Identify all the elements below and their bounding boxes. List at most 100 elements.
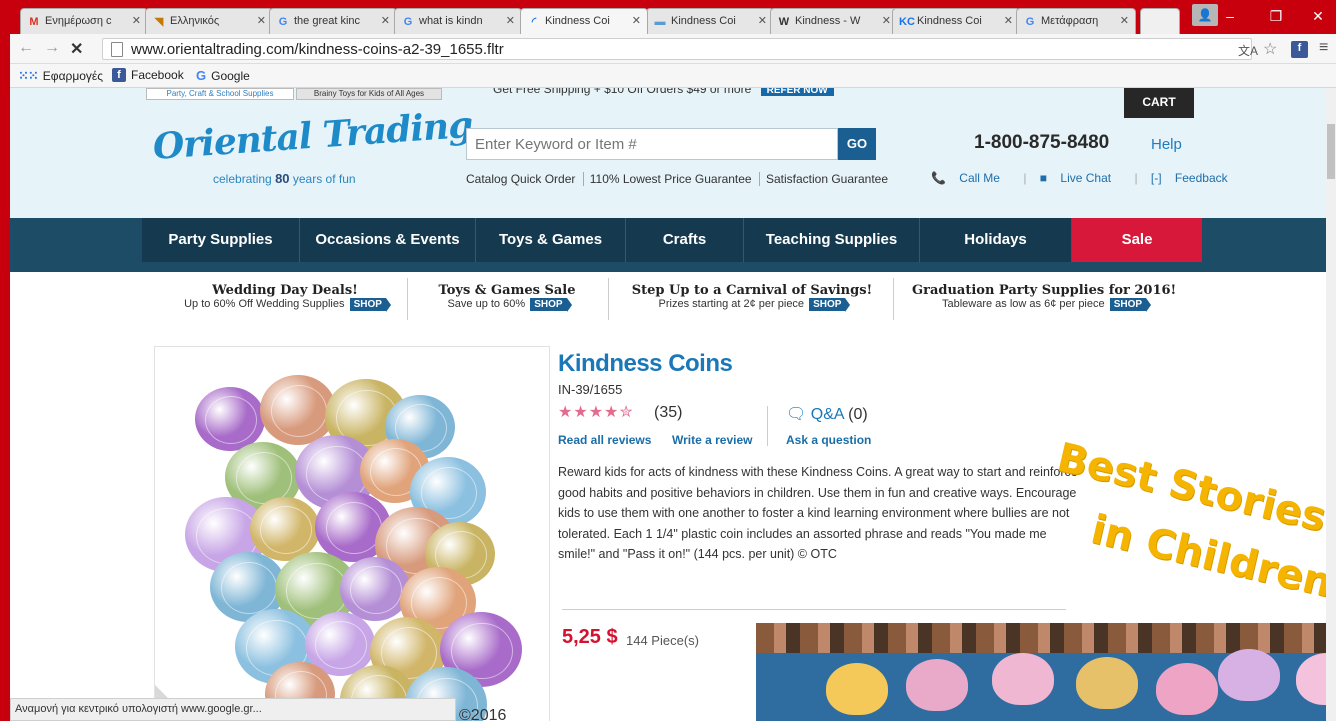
browser-tab[interactable]: ◥ Ελληνικός ✕	[145, 8, 273, 34]
search-go-button[interactable]: GO	[838, 128, 876, 160]
nav-sale[interactable]: Sale	[1072, 218, 1202, 262]
feedback-link[interactable]: [-] Feedback	[1151, 171, 1238, 185]
read-all-reviews-link[interactable]: Read all reviews	[558, 433, 651, 447]
promo-graduation[interactable]: Graduation Party Supplies for 2016! Tabl…	[912, 283, 1177, 312]
promo-title: Wedding Day Deals!	[212, 283, 358, 298]
bookmark-apps[interactable]: ⁙⁙ Εφαρμογές	[18, 68, 103, 84]
google-icon: G	[403, 16, 413, 28]
nav-band: Party Supplies Occasions & Events Toys &…	[142, 218, 1202, 262]
forward-icon[interactable]: →	[44, 39, 60, 57]
browser-tab[interactable]: ▬ Kindness Coi ✕	[646, 8, 774, 34]
close-tab-icon[interactable]: ✕	[132, 14, 141, 27]
bookmark-star-icon[interactable]: ☆	[1263, 39, 1277, 59]
tab-label: Kindness Coi	[545, 15, 610, 27]
page-scrollbar[interactable]	[1326, 88, 1336, 721]
url-bar[interactable]: www.orientaltrading.com/kindness-coins-a…	[102, 38, 1252, 60]
promo-carnival[interactable]: Step Up to a Carnival of Savings! Prizes…	[626, 283, 878, 312]
nav-occasions-events[interactable]: Occasions & Events	[300, 218, 476, 262]
search-input[interactable]	[466, 128, 838, 160]
tab-party-craft[interactable]: Party, Craft & School Supplies	[146, 88, 294, 100]
bookmark-facebook[interactable]: f Facebook	[112, 68, 184, 82]
kc-icon: KC	[899, 16, 915, 28]
browser-tab[interactable]: G Μετάφραση ✕	[1016, 8, 1136, 34]
heart-shape	[906, 659, 968, 711]
tab-label: Kindness Coi	[671, 15, 736, 27]
promo-toys-games[interactable]: Toys & Games Sale Save up to 60% SHOP	[432, 283, 582, 312]
product-description: Reward kids for acts of kindness with th…	[558, 465, 1078, 561]
bookmark-google[interactable]: G Google	[196, 68, 250, 83]
scroll-thumb[interactable]	[1327, 124, 1335, 179]
satisfaction-guarantee-link[interactable]: Satisfaction Guarantee	[758, 172, 889, 186]
write-review-link[interactable]: Write a review	[672, 433, 752, 447]
page-icon	[111, 42, 123, 57]
close-window-icon[interactable]: ✕	[1304, 6, 1332, 26]
product-image[interactable]	[154, 346, 550, 721]
promo-wedding[interactable]: Wedding Day Deals! Up to 60% Off Wedding…	[170, 283, 400, 312]
nav-teaching-supplies[interactable]: Teaching Supplies	[744, 218, 920, 262]
browser-tab[interactable]: M Ενημέρωση c ✕	[20, 8, 148, 34]
facebook-icon: f	[112, 68, 126, 82]
shop-button[interactable]: SHOP	[1109, 298, 1152, 312]
logo-tagline: celebrating 80 years of fun	[213, 171, 356, 186]
site-icon: ▬	[654, 16, 666, 28]
phone-number: 1-800-875-8480	[974, 132, 1110, 153]
browser-tab[interactable]: KC Kindness Coi ✕	[892, 8, 1020, 34]
back-icon[interactable]: ←	[18, 39, 34, 57]
translate-icon[interactable]: 文A	[1238, 42, 1258, 59]
copyright-text: ©2016	[459, 707, 507, 721]
product-title: Kindness Coins	[558, 350, 733, 377]
new-tab-button[interactable]	[1140, 8, 1180, 34]
browser-tab[interactable]: ◜ Kindness Coi ✕	[520, 8, 648, 34]
nav-holidays[interactable]: Holidays	[920, 218, 1072, 262]
promo-title: Graduation Party Supplies for 2016!	[912, 283, 1177, 298]
facebook-extension-icon[interactable]: f	[1291, 41, 1308, 58]
review-count: (35)	[654, 404, 683, 421]
nav-party-supplies[interactable]: Party Supplies	[142, 218, 300, 262]
ask-question-link[interactable]: Ask a question	[786, 433, 871, 447]
call-me-link[interactable]: 📞 Call Me	[931, 171, 1010, 185]
cart-button[interactable]: CART	[1124, 88, 1194, 118]
browser-tab[interactable]: Gthe great kinc ✕	[269, 8, 397, 34]
qa-link[interactable]: 🗨 Q&A (0)	[786, 404, 868, 424]
promo-title: Step Up to a Carnival of Savings!	[631, 283, 873, 298]
tab-label: what is kindn	[419, 15, 483, 27]
heart-shape	[992, 653, 1054, 705]
close-tab-icon[interactable]: ✕	[1120, 14, 1129, 27]
catalog-quick-order-link[interactable]: Catalog Quick Order	[466, 172, 575, 186]
heart-shape	[826, 663, 888, 715]
user-profile-icon[interactable]: 👤	[1192, 4, 1218, 26]
live-chat-link[interactable]: ■ Live Chat	[1040, 171, 1121, 185]
close-tab-icon[interactable]: ✕	[758, 14, 767, 27]
restore-icon[interactable]: ❐	[1262, 6, 1290, 26]
refer-now-button[interactable]: REFER NOW	[760, 88, 834, 96]
help-link[interactable]: Help	[1151, 136, 1182, 153]
contact-options: 📞 Call Me | ■ Live Chat | [-] Feedback	[931, 171, 1248, 185]
oriental-trading-logo[interactable]: Oriental Trading celebrating 80 years of…	[152, 104, 474, 186]
shop-button[interactable]: SHOP	[809, 298, 851, 312]
close-tab-icon[interactable]: ✕	[257, 14, 266, 27]
minimize-icon[interactable]: –	[1216, 6, 1244, 26]
browser-tab[interactable]: W Kindness - W ✕	[770, 8, 898, 34]
lowest-price-guarantee-link[interactable]: 110% Lowest Price Guarantee	[582, 172, 752, 186]
close-tab-icon[interactable]: ✕	[506, 14, 515, 27]
tab-label: Kindness - W	[795, 15, 861, 27]
menu-icon[interactable]: ≡	[1319, 39, 1328, 57]
close-tab-icon[interactable]: ✕	[632, 14, 641, 27]
url-text: www.orientaltrading.com/kindness-coins-a…	[131, 41, 504, 58]
browser-tab[interactable]: Gwhat is kindn ✕	[394, 8, 522, 34]
shop-button[interactable]: SHOP	[530, 298, 572, 312]
promo-sub: Tableware as low as 6¢ per piece	[941, 298, 1105, 310]
loading-icon: ◜	[531, 16, 537, 28]
nav-crafts[interactable]: Crafts	[626, 218, 744, 262]
translate-icon: G	[1025, 16, 1035, 28]
close-tab-icon[interactable]: ✕	[381, 14, 390, 27]
close-tab-icon[interactable]: ✕	[882, 14, 891, 27]
nav-toys-games[interactable]: Toys & Games	[476, 218, 626, 262]
stop-loading-icon[interactable]: ✕	[70, 39, 83, 59]
shop-button[interactable]: SHOP	[349, 298, 392, 312]
google-icon: G	[196, 68, 207, 83]
tab-brainy-toys[interactable]: Brainy Toys for Kids of All Ages	[296, 88, 442, 100]
gmail-icon: M	[29, 16, 39, 28]
close-tab-icon[interactable]: ✕	[1004, 14, 1013, 27]
star-rating-icon[interactable]: ★★★★✮	[558, 402, 634, 422]
